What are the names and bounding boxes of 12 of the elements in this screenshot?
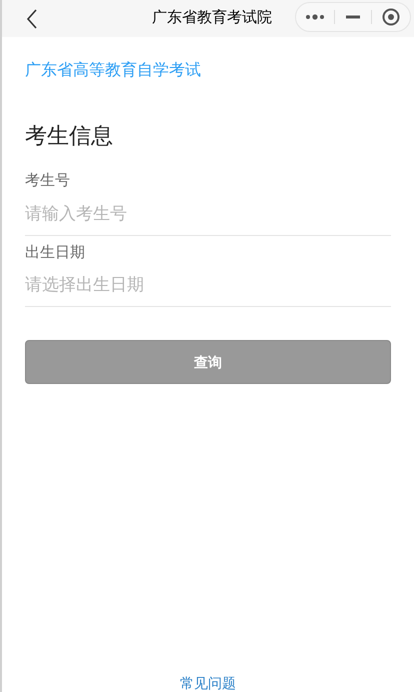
faq-link[interactable]: 常见问题 [180, 676, 236, 690]
back-icon [26, 8, 38, 28]
more-icon [305, 14, 325, 20]
input-field[interactable]: 请选择出生日期 [25, 264, 391, 306]
close-icon [382, 8, 400, 26]
window-title: 广东省教育考试院 [151, 8, 273, 28]
minimize-icon [346, 15, 360, 19]
section-title: 考生信息 [25, 122, 113, 150]
field-label: 出生日期 [25, 242, 85, 262]
exam-link[interactable]: 广东省高等教育自学考试 [25, 59, 201, 83]
input-field[interactable]: 请输入考生号 [25, 192, 391, 234]
field-label: 考生号 [25, 171, 70, 191]
